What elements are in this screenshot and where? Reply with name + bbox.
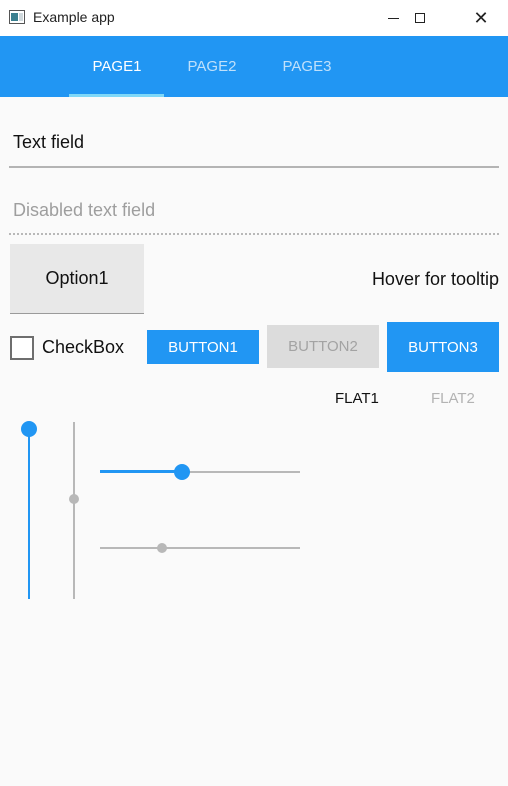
tab-page1[interactable]: PAGE1 <box>69 36 165 97</box>
maximize-button[interactable] <box>397 0 443 36</box>
checkbox[interactable] <box>10 336 34 360</box>
maximize-icon <box>415 13 425 23</box>
window-titlebar: Example app ✕ <box>0 0 508 36</box>
tab-bar: PAGE1 PAGE2 PAGE3 <box>0 36 508 97</box>
horizontal-slider-disabled-track <box>100 547 300 549</box>
vertical-slider-disabled-track <box>73 422 75 599</box>
tab-indicator <box>69 94 164 97</box>
tab-page2[interactable]: PAGE2 <box>164 36 260 97</box>
close-icon: ✕ <box>473 7 489 28</box>
vertical-slider-fill <box>28 429 30 599</box>
button3[interactable]: BUTTON3 <box>387 322 499 372</box>
option-combo-box[interactable]: Option1 <box>10 244 144 314</box>
tab-page3[interactable]: PAGE3 <box>259 36 355 97</box>
window-title: Example app <box>33 9 115 25</box>
button2-disabled: BUTTON2 <box>267 325 379 368</box>
tooltip-label[interactable]: Hover for tooltip <box>372 269 499 290</box>
horizontal-slider-fill <box>100 470 182 473</box>
disabled-text-field: Disabled text field <box>9 190 499 235</box>
flat2-button-disabled: FLAT2 <box>431 390 475 407</box>
vertical-slider-thumb[interactable] <box>21 421 37 437</box>
horizontal-slider-disabled-thumb <box>157 543 167 553</box>
close-button[interactable]: ✕ <box>458 0 504 36</box>
app-icon <box>9 10 25 24</box>
button1[interactable]: BUTTON1 <box>147 330 259 364</box>
vertical-slider-disabled-thumb <box>69 494 79 505</box>
horizontal-slider-thumb[interactable] <box>174 464 190 480</box>
flat1-button[interactable]: FLAT1 <box>335 390 379 407</box>
checkbox-label[interactable]: CheckBox <box>42 337 124 358</box>
text-field[interactable]: Text field <box>9 122 499 168</box>
